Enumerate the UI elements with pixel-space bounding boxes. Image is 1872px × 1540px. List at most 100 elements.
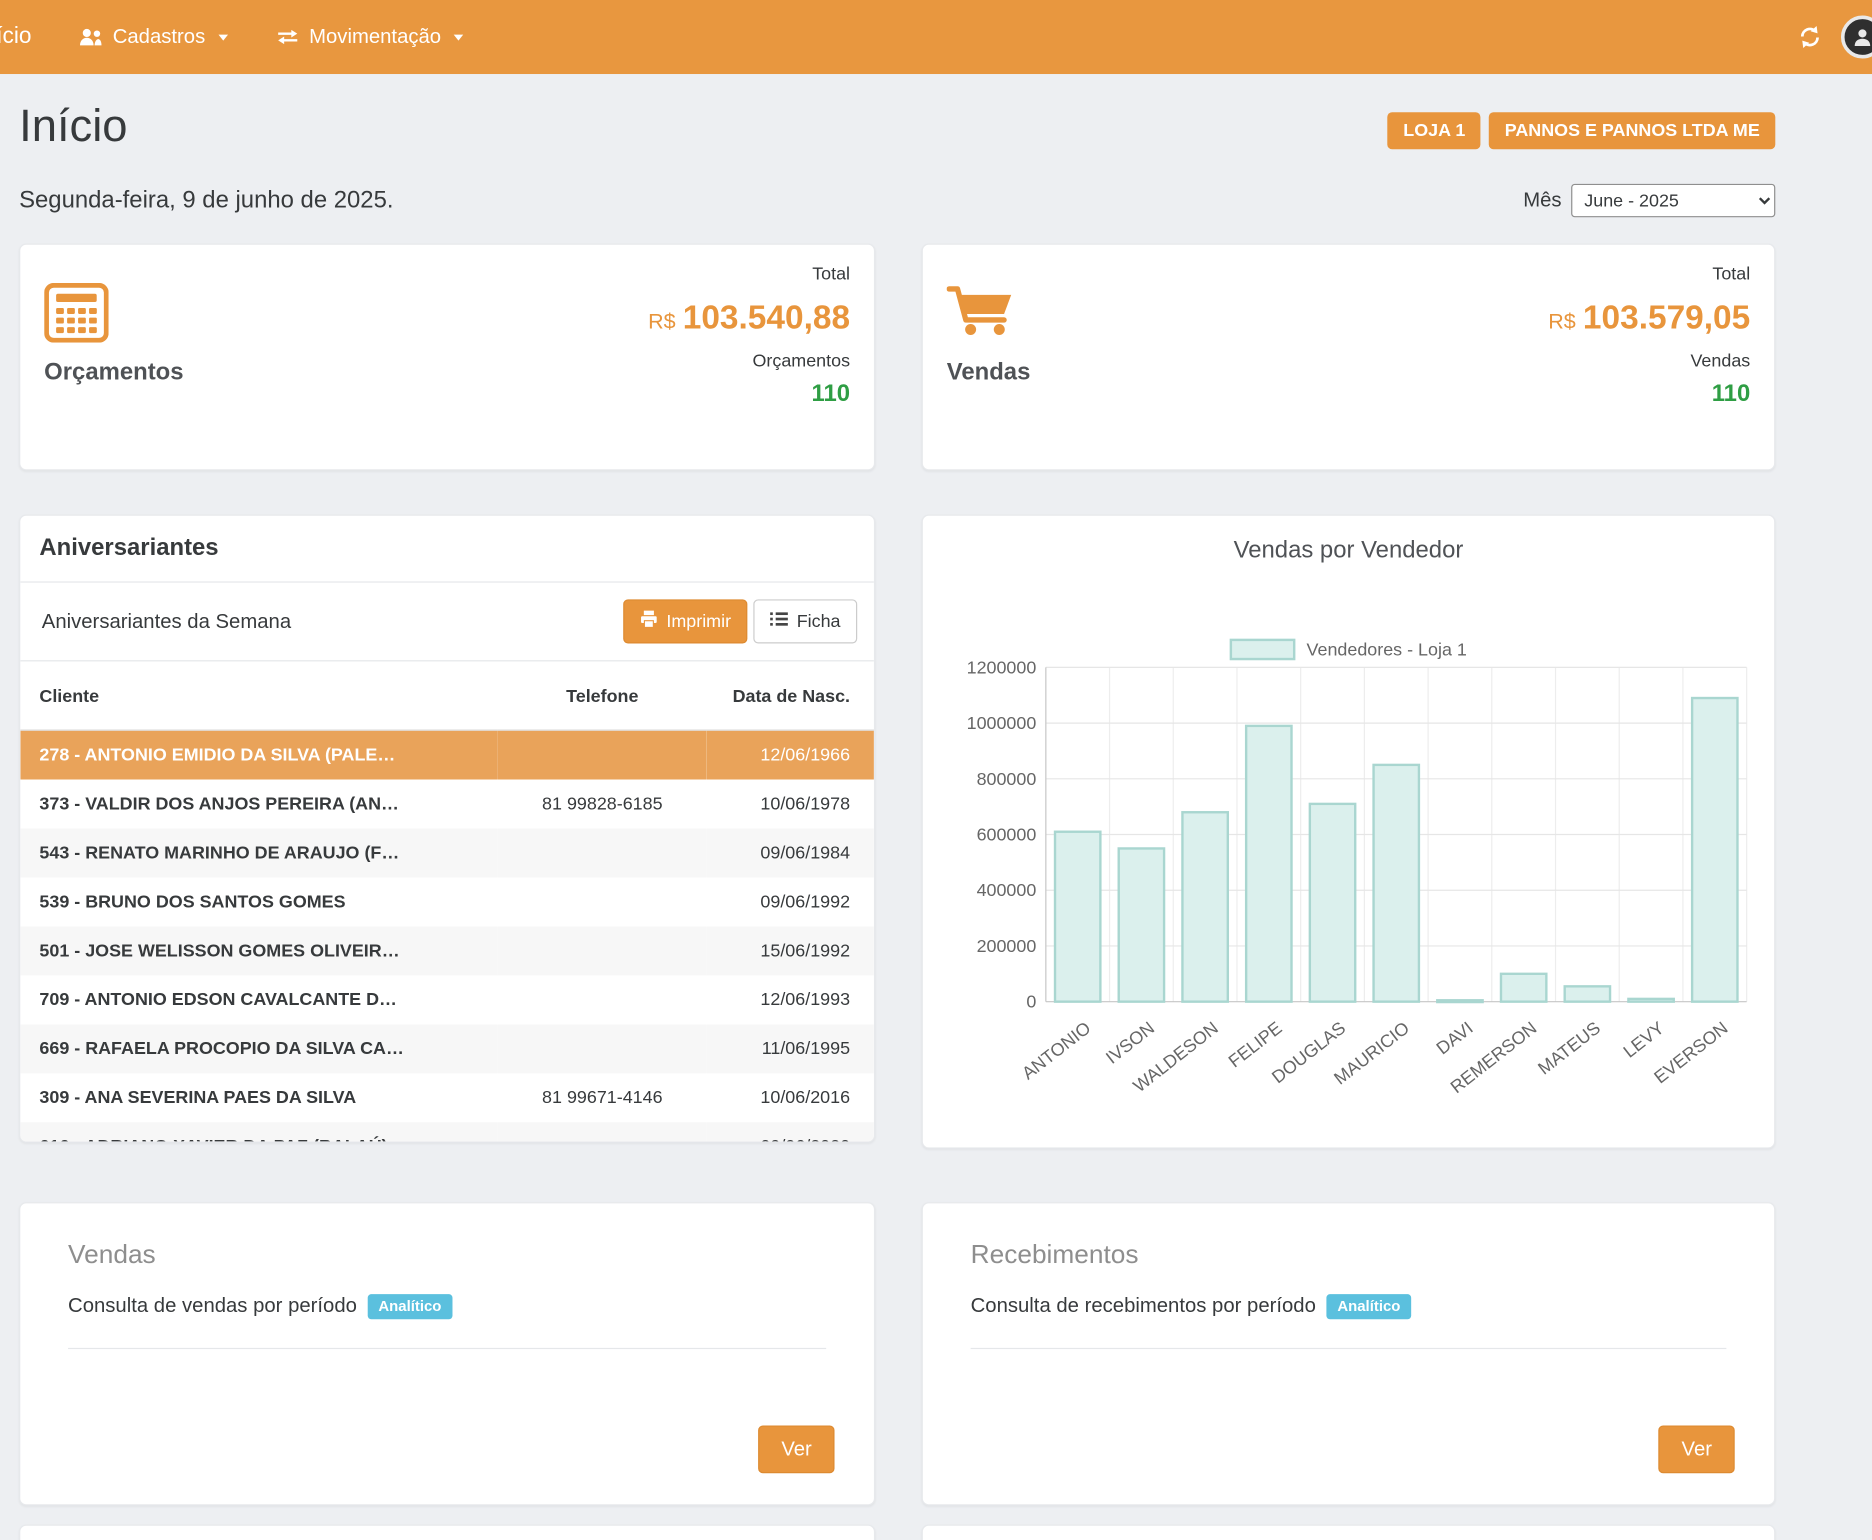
phone-cell — [498, 926, 707, 975]
phone-cell: 81 99828-6185 — [498, 780, 707, 829]
menu-movimentacao[interactable]: Movimentação — [276, 25, 464, 49]
table-row[interactable]: 669 - RAFAELA PROCOPIO DA SILVA CA…11/06… — [20, 1024, 874, 1073]
chart-tick-label: LEVY — [1620, 1018, 1668, 1062]
vendas-title: Vendas — [947, 359, 1031, 386]
client-cell: 539 - BRUNO DOS SANTOS GOMES — [20, 878, 498, 927]
ficha-button[interactable]: Ficha — [754, 599, 857, 643]
ficha-label: Ficha — [797, 611, 841, 631]
chart-tick-label: 400000 — [977, 880, 1037, 900]
chart-tick-label: IVSON — [1102, 1018, 1158, 1068]
chart-bar-mauricio — [1374, 765, 1419, 1002]
client-cell: 709 - ANTONIO EDSON CAVALCANTE D… — [20, 975, 498, 1024]
vendas-total-amount: R$ 103.579,05 — [1548, 298, 1750, 336]
client-cell: 616 - ADRIANO XAVIER DA PAZ (BALAÚ) — [20, 1122, 498, 1142]
table-row[interactable]: 616 - ADRIANO XAVIER DA PAZ (BALAÚ) 09/06… — [20, 1122, 874, 1142]
recebimentos-panel-description: Consulta de recebimentos por período — [971, 1294, 1316, 1318]
vendas-panel-title: Vendas — [68, 1239, 826, 1270]
page-title: Início — [19, 100, 127, 153]
menu-cadastros[interactable]: Cadastros — [79, 25, 228, 49]
users-icon — [79, 27, 103, 46]
vendas-por-vendedor-card: Vendas por Vendedor Vendedores - Loja 1 … — [922, 515, 1776, 1149]
orcamentos-total-amount: R$103.540,88 — [648, 298, 850, 336]
chart-tick-label: 1200000 — [967, 660, 1037, 677]
client-cell: 278 - ANTONIO EMIDIO DA SILVA (PALE… — [20, 730, 498, 780]
phone-cell — [498, 829, 707, 878]
table-row[interactable]: 539 - BRUNO DOS SANTOS GOMES09/06/1992 — [20, 878, 874, 927]
chart-legend[interactable]: Vendedores - Loja 1 — [923, 639, 1774, 660]
chart-bar-felipe — [1246, 726, 1291, 1002]
aniversariantes-table: Cliente Telefone Data de Nasc. 278 - ANT… — [20, 661, 874, 1142]
vendas-chart: 020000040000060000080000010000001200000A… — [923, 660, 1774, 1114]
company-badge[interactable]: PANNOS E PANNOS LTDA ME — [1489, 112, 1775, 149]
table-row[interactable]: 309 - ANA SEVERINA PAES DA SILVA81 99671… — [20, 1073, 874, 1122]
client-cell: 373 - VALDIR DOS ANJOS PEREIRA (AN… — [20, 780, 498, 829]
phone-cell: 81 99671-4146 — [498, 1073, 707, 1122]
total-value: 103.579,05 — [1583, 298, 1750, 335]
chart-bar-ivson — [1119, 848, 1164, 1001]
chart-bar-waldeson — [1182, 812, 1227, 1001]
cut-off-card — [19, 1525, 875, 1540]
calculator-icon — [44, 283, 108, 349]
refresh-icon[interactable] — [1798, 25, 1822, 49]
col-cliente: Cliente — [20, 661, 498, 730]
app-viewport: Início Cadastros — [0, 0, 1872, 1540]
imprimir-button[interactable]: Imprimir — [623, 599, 747, 643]
ver-vendas-button[interactable]: Ver — [759, 1425, 835, 1473]
client-cell: 309 - ANA SEVERINA PAES DA SILVA — [20, 1073, 498, 1122]
divider — [971, 1347, 1727, 1348]
phone-cell — [498, 878, 707, 927]
chart-tick-label: ANTONIO — [1018, 1018, 1094, 1084]
table-row[interactable]: 709 - ANTONIO EDSON CAVALCANTE D…12/06/1… — [20, 975, 874, 1024]
client-cell: 501 - JOSE WELISSON GOMES OLIVEIR… — [20, 926, 498, 975]
orcamentos-count: 110 — [648, 381, 850, 408]
aniversariantes-title: Aniversariantes — [39, 535, 854, 562]
table-row[interactable]: 501 - JOSE WELISSON GOMES OLIVEIR…15/06/… — [20, 926, 874, 975]
currency-symbol: R$ — [1548, 309, 1575, 333]
divider — [68, 1347, 826, 1348]
month-label: Mês — [1523, 189, 1561, 213]
recebimentos-panel-title: Recebimentos — [971, 1239, 1727, 1270]
birthdays-tbody: 278 - ANTONIO EMIDIO DA SILVA (PALE…12/0… — [20, 730, 874, 1142]
legend-swatch — [1230, 639, 1296, 660]
phone-cell — [498, 975, 707, 1024]
chart-tick-label: 1000000 — [967, 713, 1037, 733]
client-cell: 543 - RENATO MARINHO DE ARAUJO (F… — [20, 829, 498, 878]
chart-bar-levy — [1628, 999, 1673, 1002]
cut-off-card — [922, 1525, 1776, 1540]
brand-inicio-link[interactable]: Início — [0, 24, 32, 50]
ver-recebimentos-button[interactable]: Ver — [1659, 1425, 1735, 1473]
table-row[interactable]: 373 - VALDIR DOS ANJOS PEREIRA (AN…81 99… — [20, 780, 874, 829]
chart-tick-label: MATEUS — [1534, 1018, 1604, 1079]
chevron-down-icon — [218, 34, 228, 40]
table-row[interactable]: 543 - RENATO MARINHO DE ARAUJO (F…09/06/… — [20, 829, 874, 878]
count-label: Orçamentos — [648, 351, 850, 371]
exchange-icon — [276, 29, 300, 46]
store-badge[interactable]: LOJA 1 — [1388, 112, 1481, 149]
chart-bar-antonio — [1055, 832, 1100, 1002]
orcamentos-card: Orçamentos Total R$103.540,88 Orçamentos… — [19, 244, 875, 471]
shopping-cart-icon — [947, 283, 1014, 344]
chart-bar-everson — [1692, 698, 1737, 1002]
birthdate-cell: 09/06/2020 — [707, 1122, 874, 1142]
analitico-badge: Analítico — [368, 1294, 453, 1318]
chart-bar-mateus — [1565, 986, 1610, 1001]
menu-cadastros-label: Cadastros — [113, 25, 206, 49]
currency-symbol: R$ — [648, 309, 675, 333]
recebimentos-panel: Recebimentos Consulta de recebimentos po… — [922, 1202, 1776, 1505]
chart-tick-label: DAVI — [1433, 1018, 1477, 1059]
vendas-panel: Vendas Consulta de vendas por período An… — [19, 1202, 875, 1505]
phone-cell — [498, 1122, 707, 1142]
birthdate-cell: 10/06/2016 — [707, 1073, 874, 1122]
aniversariantes-subtitle: Aniversariantes da Semana — [42, 609, 291, 633]
phone-cell — [498, 1024, 707, 1073]
user-avatar[interactable] — [1841, 16, 1872, 59]
count-label: Vendas — [1548, 351, 1750, 371]
aniversariantes-card: Aniversariantes Aniversariantes da Seman… — [19, 515, 875, 1143]
menu-movimentacao-label: Movimentação — [309, 25, 441, 49]
month-select[interactable]: June - 2025 — [1571, 184, 1775, 217]
main-content: Início LOJA 1 PANNOS E PANNOS LTDA ME Se… — [0, 74, 1794, 1540]
col-data-nasc: Data de Nasc. — [707, 661, 874, 730]
chart-title: Vendas por Vendedor — [923, 537, 1774, 564]
client-cell: 669 - RAFAELA PROCOPIO DA SILVA CA… — [20, 1024, 498, 1073]
table-row[interactable]: 278 - ANTONIO EMIDIO DA SILVA (PALE…12/0… — [20, 730, 874, 780]
